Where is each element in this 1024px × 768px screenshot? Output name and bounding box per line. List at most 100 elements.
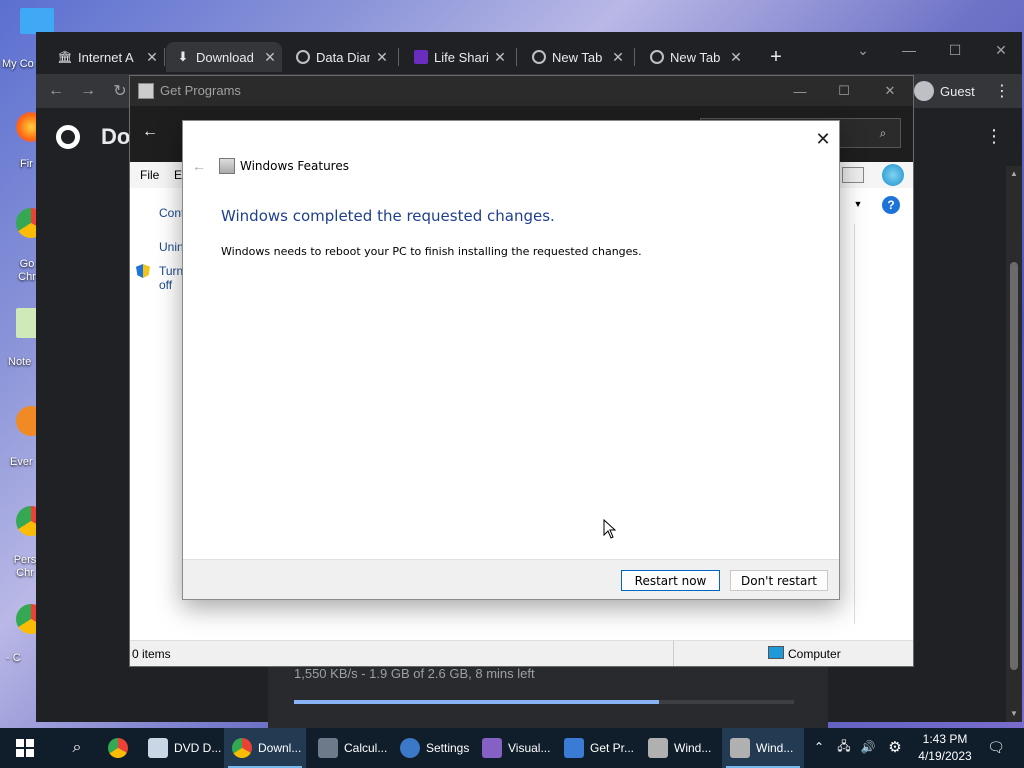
minimize-button[interactable]: — xyxy=(780,80,820,102)
view-options-icon[interactable] xyxy=(842,167,864,183)
clock-time: 1:43 PM xyxy=(922,732,968,746)
tab-life-sharing[interactable]: Life Sharin ✕ xyxy=(412,42,508,72)
scrollbar-thumb[interactable] xyxy=(1010,262,1018,670)
status-bar: 0 items Computer xyxy=(130,640,913,666)
globe-icon[interactable] xyxy=(882,164,904,186)
back-arrow-icon[interactable]: ← xyxy=(42,78,70,104)
profile-chip[interactable]: Guest xyxy=(908,77,986,105)
new-tab-button[interactable]: + xyxy=(764,45,788,69)
close-icon[interactable]: ✕ xyxy=(144,49,160,65)
close-icon[interactable]: ✕ xyxy=(610,49,626,65)
tab-title: New Tab xyxy=(552,49,603,65)
taskbar-windows-features-1[interactable]: Wind... xyxy=(640,728,722,768)
close-window-button[interactable]: ✕ xyxy=(870,80,910,102)
desktop-icon-chrome-profile[interactable]: - C xyxy=(0,604,46,664)
desktop-icon-notepad[interactable]: Note xyxy=(0,308,46,368)
taskbar-label: Calcul... xyxy=(344,741,388,755)
scroll-down-icon[interactable]: ▼ xyxy=(1010,708,1018,718)
back-arrow-icon[interactable]: ← xyxy=(140,122,160,142)
scroll-up-icon[interactable]: ▲ xyxy=(1010,168,1018,178)
start-button[interactable] xyxy=(8,728,42,768)
tab-data-diamond[interactable]: Data Diam ✕ xyxy=(294,42,390,72)
taskbar-label: Wind... xyxy=(756,741,794,755)
close-icon[interactable]: ✕ xyxy=(809,125,837,153)
forward-arrow-icon[interactable]: → xyxy=(74,78,102,104)
gear-icon[interactable]: ⚙ xyxy=(886,738,904,756)
chrome-icon xyxy=(108,738,128,758)
desktop-icon-firefox[interactable]: Fir xyxy=(0,112,46,170)
status-divider xyxy=(673,641,674,666)
tab-title: Life Sharin xyxy=(434,49,488,65)
taskbar-label: DVD D... xyxy=(174,741,222,755)
calculator-icon xyxy=(318,738,338,758)
left-pane: Cont Unin Turn off xyxy=(130,188,184,640)
tab-title: Internet A xyxy=(78,49,134,65)
pane-divider xyxy=(854,224,855,624)
taskbar-dvd-decrypter[interactable]: DVD D... xyxy=(140,728,222,768)
minimize-button[interactable]: — xyxy=(886,36,932,64)
taskbar-get-programs[interactable]: Get Pr... xyxy=(556,728,638,768)
kebab-menu-icon[interactable]: ⋮ xyxy=(988,78,1016,104)
item-count: 0 items xyxy=(132,647,171,661)
taskbar-settings[interactable]: Settings xyxy=(392,728,474,768)
tab-new-tab-2[interactable]: New Tab ✕ xyxy=(648,42,744,72)
maximize-button[interactable]: ☐ xyxy=(824,80,864,102)
taskbar-calculator[interactable]: Calcul... xyxy=(310,728,392,768)
taskbar-visual-studio[interactable]: Visual... xyxy=(474,728,556,768)
close-icon[interactable]: ✕ xyxy=(728,49,744,65)
tab-separator xyxy=(164,48,165,66)
download-status: 1,550 KB/s - 1.9 GB of 2.6 GB, 8 mins le… xyxy=(294,666,535,681)
windows-features-icon xyxy=(648,738,668,758)
tab-internet-archive[interactable]: 🏛 Internet A ✕ xyxy=(56,42,160,72)
close-window-button[interactable]: ✕ xyxy=(978,36,1024,64)
taskbar-label: Visual... xyxy=(508,741,551,755)
search-icon: ⌕ xyxy=(879,125,887,140)
left-link-turn-features[interactable]: Turn xyxy=(159,264,183,278)
taskbar-chrome[interactable] xyxy=(100,728,140,768)
left-link-turn-features-off[interactable]: off xyxy=(159,278,172,292)
windows-features-icon xyxy=(219,158,235,174)
help-icon[interactable]: ? xyxy=(882,196,900,214)
desktop-icon-personal-chrome[interactable]: Pers Chr xyxy=(0,506,46,579)
tab-downloads[interactable]: ⬇ Download ✕ xyxy=(166,42,282,72)
control-panel-icon xyxy=(138,83,154,99)
close-icon[interactable]: ✕ xyxy=(374,49,390,65)
tab-search-chevron-icon[interactable]: ⌄ xyxy=(840,36,886,64)
maximize-button[interactable]: ☐ xyxy=(932,36,978,64)
page-title: Do xyxy=(101,124,131,149)
desktop-icon-everything[interactable]: Ever xyxy=(0,406,46,468)
notification-icon[interactable]: 🗨 xyxy=(986,738,1006,756)
search-icon[interactable]: ⌕ xyxy=(56,728,90,768)
gear-icon xyxy=(400,738,420,758)
left-link-uninstall[interactable]: Unin xyxy=(159,240,184,254)
location-label: Computer xyxy=(788,647,841,661)
dont-restart-button[interactable]: Don't restart xyxy=(730,570,828,591)
globe-icon xyxy=(532,50,546,64)
life-sharing-icon xyxy=(414,50,428,64)
menu-file[interactable]: File xyxy=(140,168,159,182)
close-icon[interactable]: ✕ xyxy=(492,49,508,65)
visual-studio-icon xyxy=(482,738,502,758)
left-link-control-panel[interactable]: Cont xyxy=(159,206,184,220)
network-icon[interactable]: 🖧 xyxy=(836,739,852,754)
control-panel-icon xyxy=(564,738,584,758)
close-icon[interactable]: ✕ xyxy=(262,49,278,65)
download-icon: ⬇ xyxy=(177,49,189,64)
restart-now-button[interactable]: Restart now xyxy=(621,570,720,591)
windows-features-dialog: ✕ ← Windows Features Windows completed t… xyxy=(182,120,840,600)
taskbar-downloads[interactable]: Downl... xyxy=(224,728,306,768)
tab-new-tab-1[interactable]: New Tab ✕ xyxy=(530,42,626,72)
taskbar-label: Settings xyxy=(426,741,470,755)
archive-icon: 🏛 xyxy=(57,50,73,64)
tab-separator xyxy=(634,48,635,66)
chevron-down-icon[interactable]: ▼ xyxy=(852,198,864,210)
volume-icon[interactable]: 🔊 xyxy=(860,740,876,754)
more-actions-icon[interactable]: ⋮ xyxy=(984,126,1004,146)
desktop-icon-my-computer[interactable]: My Co xyxy=(0,8,54,70)
system-clock[interactable]: 1:43 PM 4/19/2023 xyxy=(912,731,978,765)
tab-separator xyxy=(516,48,517,66)
taskbar-windows-features-2[interactable]: Wind... xyxy=(722,728,804,768)
desktop-icon-google-chrome[interactable]: Go Chr xyxy=(0,208,46,283)
chevron-up-icon[interactable]: ⌃ xyxy=(812,740,826,754)
windows-features-icon xyxy=(730,738,750,758)
